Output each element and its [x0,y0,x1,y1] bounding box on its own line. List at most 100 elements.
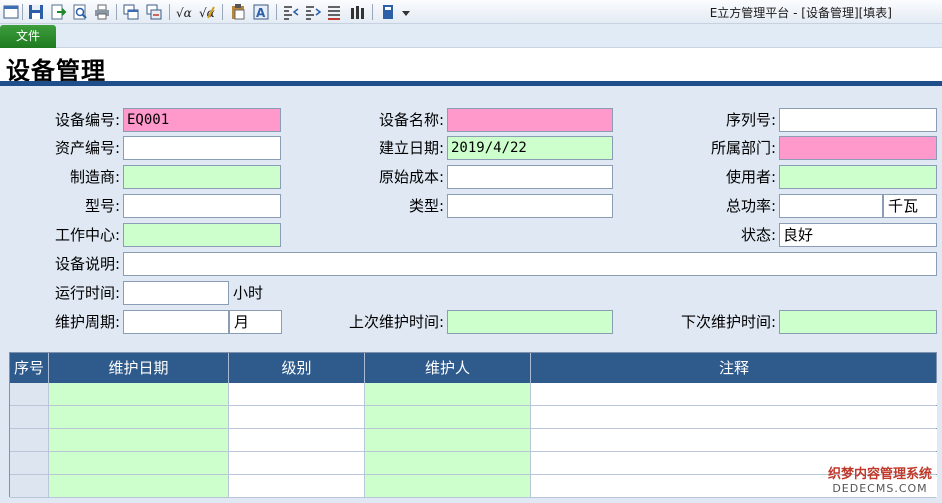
cell-maintainer[interactable] [365,429,531,451]
grid-header: 序号 维护日期 级别 维护人 注释 [10,353,936,383]
equipment-no-label: 设备编号: [54,111,120,129]
cell-level[interactable] [229,475,365,497]
status-label: 状态: [740,226,776,244]
window-icon[interactable] [2,3,20,21]
serial-no-label: 序列号: [725,111,776,129]
serial-no-field[interactable] [779,108,937,132]
last-maintenance-label: 上次维护时间: [348,313,444,331]
cell-level[interactable] [229,383,365,405]
manufacturer-field[interactable] [123,165,281,189]
formula-edit-icon[interactable]: √α [198,3,216,21]
next-maintenance-field[interactable] [779,310,937,334]
cell-index[interactable] [10,383,49,405]
run-time-label: 运行时间: [54,284,120,302]
cell-index[interactable] [10,475,49,497]
column-header-maintainer[interactable]: 维护人 [365,353,531,383]
model-field[interactable] [123,194,281,218]
work-center-label: 工作中心: [54,226,120,244]
cell-level[interactable] [229,406,365,428]
paste-window-icon[interactable] [145,3,163,21]
table-row[interactable] [10,429,937,452]
original-cost-label: 原始成本: [378,168,444,186]
cell-date[interactable] [49,406,229,428]
svg-text:√α: √α [176,6,192,20]
description-field[interactable] [123,252,937,276]
cell-date[interactable] [49,475,229,497]
ribbon: 文件 [0,24,942,48]
type-label: 类型: [408,197,444,215]
cell-date[interactable] [49,452,229,474]
manufacturer-label: 制造商: [69,168,120,186]
export-icon[interactable] [49,3,67,21]
watermark: 织梦内容管理系统 DEDECMS.COM [828,468,932,496]
department-label: 所属部门: [710,139,776,157]
equipment-no-field[interactable]: EQ001 [123,108,281,132]
cell-index[interactable] [10,452,49,474]
last-maintenance-field[interactable] [447,310,613,334]
book-icon[interactable] [379,3,397,21]
asset-no-label: 资产编号: [54,139,120,157]
column-header-level[interactable]: 级别 [229,353,365,383]
window-title: E立方管理平台 - [设备管理][填表] [709,6,892,20]
cell-index[interactable] [10,406,49,428]
next-maintenance-label: 下次维护时间: [680,313,776,331]
page-header: 设备管理 [0,48,942,85]
align-left-icon[interactable] [282,3,300,21]
table-row[interactable] [10,452,937,475]
cell-notes[interactable] [531,429,937,451]
dropdown-arrow-icon[interactable] [400,3,412,21]
preview-icon[interactable] [71,3,89,21]
cell-index[interactable] [10,429,49,451]
formula-icon[interactable]: √α [175,3,193,21]
align-right-icon[interactable] [304,3,322,21]
cell-maintainer[interactable] [365,452,531,474]
cell-maintainer[interactable] [365,406,531,428]
cell-date[interactable] [49,429,229,451]
cell-level[interactable] [229,452,365,474]
cell-maintainer[interactable] [365,383,531,405]
description-label: 设备说明: [54,255,120,273]
asset-no-field[interactable] [123,136,281,160]
total-power-label: 总功率: [725,197,776,215]
save-icon[interactable] [27,3,45,21]
column-header-index[interactable]: 序号 [10,353,49,383]
table-row[interactable] [10,475,937,498]
cell-date[interactable] [49,383,229,405]
cell-maintainer[interactable] [365,475,531,497]
maintenance-cycle-unit: 月 [229,310,282,334]
svg-text:A: A [256,6,266,20]
created-date-field[interactable]: 2019/4/22 [447,136,613,160]
file-tab[interactable]: 文件 [0,25,56,48]
header-rule [0,81,942,86]
equipment-name-label: 设备名称: [378,111,444,129]
cell-notes[interactable] [531,383,937,405]
department-field[interactable] [779,136,937,160]
field-list-icon[interactable] [326,3,344,21]
run-time-field[interactable] [123,281,229,305]
cell-level[interactable] [229,429,365,451]
table-row[interactable] [10,406,937,429]
maintenance-grid: 序号 维护日期 级别 维护人 注释 [9,352,937,498]
total-power-field[interactable] [779,194,883,218]
equipment-name-field[interactable] [447,108,613,132]
column-header-notes[interactable]: 注释 [531,353,937,383]
print-icon[interactable] [93,3,111,21]
user-field[interactable] [779,165,937,189]
original-cost-field[interactable] [447,165,613,189]
title-bar: √α √α A E立方管理平台 - [设备管理][填表] [0,0,942,24]
work-center-field[interactable] [123,223,281,247]
text-format-icon[interactable]: A [252,3,270,21]
column-icon[interactable] [348,3,366,21]
column-header-date[interactable]: 维护日期 [49,353,229,383]
maintenance-cycle-field[interactable] [123,310,229,334]
run-time-unit: 小时 [233,284,264,302]
cell-notes[interactable] [531,406,937,428]
status-field[interactable]: 良好 [779,223,937,247]
created-date-label: 建立日期: [378,139,444,157]
clipboard-icon[interactable] [229,3,247,21]
model-label: 型号: [84,197,120,215]
table-row[interactable] [10,383,937,406]
user-label: 使用者: [725,168,776,186]
copy-window-icon[interactable] [122,3,140,21]
type-field[interactable] [447,194,613,218]
